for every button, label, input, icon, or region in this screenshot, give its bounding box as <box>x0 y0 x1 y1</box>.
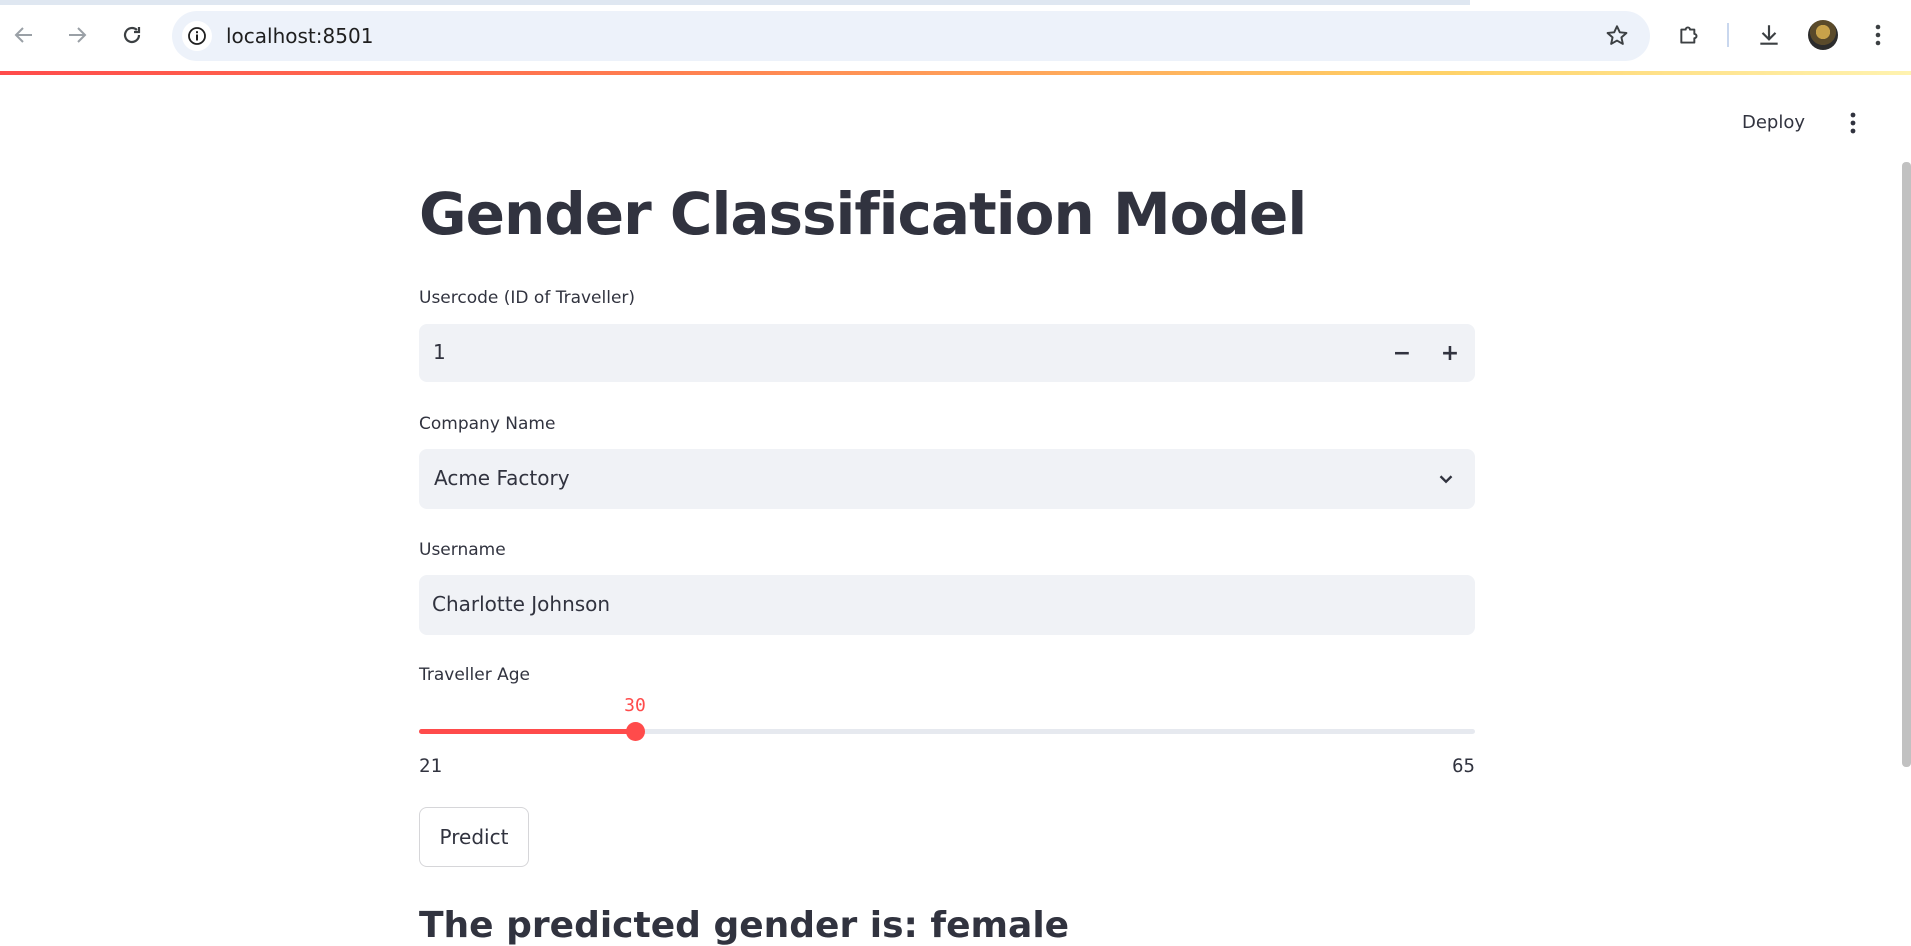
company-label: Company Name <box>419 414 556 434</box>
downloads-button[interactable] <box>1754 20 1784 50</box>
prediction-result: The predicted gender is: female <box>419 905 1070 946</box>
avatar[interactable] <box>1808 20 1838 50</box>
kebab-menu-icon <box>1850 112 1856 134</box>
app-menu-button[interactable] <box>1841 108 1865 138</box>
company-select[interactable]: Acme Factory <box>419 449 1475 509</box>
toolbar-divider <box>1727 23 1729 47</box>
usercode-label: Usercode (ID of Traveller) <box>419 288 636 308</box>
arrow-left-icon <box>14 27 32 43</box>
usercode-number-input[interactable]: 1 − + <box>419 324 1475 382</box>
extensions-button[interactable] <box>1675 20 1705 50</box>
predict-button[interactable]: Predict <box>419 807 529 867</box>
slider-min-label: 21 <box>419 755 442 777</box>
url-text[interactable]: localhost:8501 <box>226 24 373 48</box>
age-slider[interactable] <box>419 722 1475 741</box>
slider-current-value: 30 <box>624 695 646 716</box>
info-icon <box>188 27 206 45</box>
company-selected-value: Acme Factory <box>434 466 570 490</box>
puzzle-icon <box>1680 26 1698 44</box>
arrow-right-icon <box>69 27 87 43</box>
scrollbar[interactable] <box>1902 162 1911 767</box>
browser-toolbar: localhost:8501 <box>0 0 1911 71</box>
age-label: Traveller Age <box>419 665 530 685</box>
decrement-button[interactable]: − <box>1387 338 1417 368</box>
tab-strip-edge <box>0 0 1470 5</box>
chevron-down-icon <box>1439 475 1453 484</box>
page-title: Gender Classification Model <box>419 180 1307 248</box>
slider-thumb[interactable] <box>626 722 645 741</box>
usercode-value[interactable]: 1 <box>433 340 446 364</box>
increment-button[interactable]: + <box>1435 338 1465 368</box>
kebab-menu-icon <box>1875 24 1881 46</box>
deploy-button[interactable]: Deploy <box>1742 112 1805 133</box>
username-input[interactable]: Charlotte Johnson <box>419 575 1475 635</box>
address-bar[interactable]: localhost:8501 <box>172 11 1650 61</box>
star-icon[interactable] <box>1604 23 1630 49</box>
download-icon <box>1760 25 1778 45</box>
browser-menu-button[interactable] <box>1863 20 1893 50</box>
app-view: Deploy Gender Classification Model Userc… <box>0 75 1911 946</box>
back-button[interactable] <box>6 17 42 53</box>
slider-max-label: 65 <box>1452 755 1475 777</box>
username-value[interactable]: Charlotte Johnson <box>432 592 610 616</box>
forward-button[interactable] <box>59 17 95 53</box>
reload-icon <box>123 26 141 44</box>
slider-fill <box>419 729 635 734</box>
site-info-button[interactable] <box>182 21 212 51</box>
username-label: Username <box>419 540 506 560</box>
reload-button[interactable] <box>114 17 150 53</box>
